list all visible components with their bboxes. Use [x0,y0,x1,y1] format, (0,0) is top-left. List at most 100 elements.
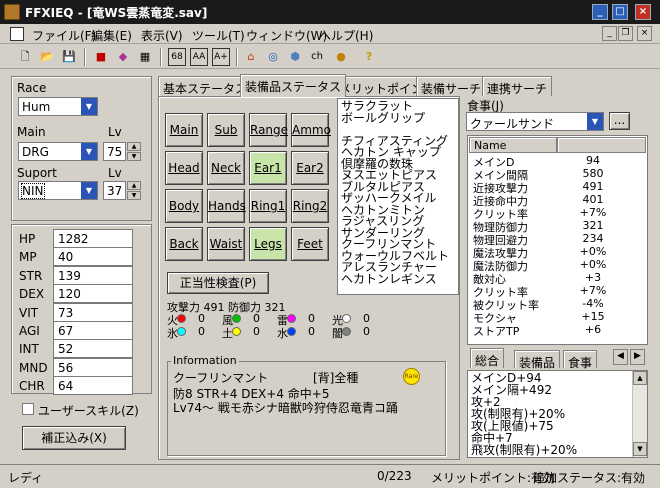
menu-tools[interactable]: ツール(T) [192,27,245,44]
slot-neck-button[interactable]: Neck [207,151,245,185]
atk-icon[interactable]: A+ [212,48,230,66]
document-icon[interactable] [10,27,24,41]
menu-help[interactable]: ヘルプ(H) [319,27,373,44]
stat-value-field[interactable]: 56 [53,357,133,377]
menu-window[interactable]: ウィンドウ(W) [246,27,327,44]
slot-sub-button[interactable]: Sub [207,113,245,147]
help-question-icon[interactable]: ? [360,48,378,66]
globe-icon[interactable]: ◎ [264,48,282,66]
slot-ring1-button[interactable]: Ring1 [249,189,287,223]
slot-hands-button[interactable]: Hands [207,189,246,223]
gear-list-item[interactable]: ボールグリップ [338,112,458,125]
gear-set-icon[interactable]: ■ [92,48,110,66]
compare-icon[interactable]: ◆ [114,48,132,66]
edit-table-icon[interactable]: ▦ [136,48,154,66]
food-value: クァールサンド [470,117,555,131]
stat-value-field[interactable]: 64 [53,376,133,396]
user-skill-checkbox[interactable] [22,403,34,415]
app-window: FFXIEQ - [竜WS雲蒸竜変.sav] _ □ × ファイル(F) 編集(… [0,0,660,488]
tab-equipment[interactable]: 装備品 [514,350,561,370]
info-item-name: クーフリンマント [173,371,269,385]
food-more-button[interactable]: ... [609,112,630,130]
food-burger-icon[interactable]: ● [332,48,350,66]
support-job-select[interactable]: NIN ▼ [18,181,98,200]
slot-back-button[interactable]: Back [165,227,203,261]
menu-file[interactable]: ファイル(F) [32,27,96,44]
main-level-input[interactable]: 75 [103,142,126,161]
mdi-restore-button[interactable]: ❐ [618,26,633,41]
slot-body-button[interactable]: Body [165,189,203,223]
food-stats-table[interactable]: Name メインD 94 メイン間隔 580 近接攻撃力 491 近接命中力 401 クリット率… [467,135,648,345]
menu-edit[interactable]: 編集(E) [91,27,132,44]
validity-check-button[interactable]: 正当性検査(P) [167,272,269,294]
main-level-down-button[interactable]: ▼ [127,152,141,161]
slot-ring2-button[interactable]: Ring2 [291,189,329,223]
food-stat-value: +6 [584,323,602,336]
slot-ear2-button[interactable]: Ear2 [291,151,329,185]
stat-value-field[interactable]: 40 [53,247,133,267]
tab-food[interactable]: 食事 [563,350,598,370]
slot-head-button[interactable]: Head [165,151,203,185]
slot-waist-button[interactable]: Waist [207,227,245,261]
race-select[interactable]: Hum ▼ [18,97,98,116]
crystal-icon[interactable]: ⬢ [286,48,304,66]
main-level-up-button[interactable]: ▲ [127,142,141,151]
tab-scroll-right-button[interactable]: ▶ [630,349,645,365]
stat-value-field[interactable]: 120 [53,284,133,304]
mdi-minimize-button[interactable]: _ [602,26,617,41]
open-folder-icon[interactable]: 📂 [38,48,56,66]
key-icon[interactable]: ch [308,48,326,66]
support-level-down-button[interactable]: ▼ [127,191,141,200]
slot-ear1-button[interactable]: Ear1 [249,151,287,185]
summary-list-item: 飛攻(制限有)+20% [471,443,578,457]
menu-view[interactable]: 表示(V) [141,27,183,44]
food-select[interactable]: クァールサンド ▼ [466,112,604,131]
element-dot-icon [232,327,241,336]
slot-legs-button[interactable]: Legs [249,227,287,261]
tab-basic-status[interactable]: 基本ステータス [158,76,253,96]
menu-bar: ファイル(F) 編集(E) 表示(V) ツール(T) ウィンドウ(W) ヘルプ(… [0,24,660,44]
stat-value-field[interactable]: 67 [53,321,133,340]
gear-list[interactable]: サラクラット ボールグリップ チフィアスティング ヘカトン キャップ 倶摩羅の数珠 ヌスエ… [337,98,459,295]
tab-summary[interactable]: 総合 [470,348,505,368]
slot-ammo-button[interactable]: Ammo [291,113,331,147]
tab-skillchain-search[interactable]: 連携サーチ [482,76,553,96]
stat-label: MND [19,360,48,375]
column-header-value[interactable] [557,137,646,153]
maximize-button[interactable]: □ [612,4,628,20]
summary-scrollbar[interactable]: ▲ ▼ [632,371,647,457]
scroll-up-arrow-icon[interactable]: ▲ [633,371,647,385]
tab-equipment-search[interactable]: 装備サーチ [416,76,487,96]
ac-icon[interactable]: 68 [168,48,186,66]
slot-main-button[interactable]: Main [165,113,203,147]
column-header-name[interactable]: Name [469,137,557,153]
summary-list[interactable]: メインD+94 メイン隔+492 攻+2 攻(制限有)+20% 攻(上限値)+75 命中+… [467,370,648,458]
user-skill-label: ユーザースキル(Z) [38,404,139,418]
main-job-select[interactable]: DRG ▼ [18,142,98,161]
correction-button[interactable]: 補正込み(X) [22,426,126,450]
mdi-close-button[interactable]: × [637,26,652,41]
slot-range-button[interactable]: Range [249,113,288,147]
minimize-button[interactable]: _ [592,4,608,20]
home-icon[interactable]: ⌂ [242,48,260,66]
slot-feet-button[interactable]: Feet [291,227,329,261]
stat-value-field[interactable]: 1282 [53,229,133,248]
stat-value-field[interactable]: 73 [53,302,133,322]
stat-label: AGI [19,324,40,338]
stat-value-field[interactable]: 139 [53,265,133,285]
close-button[interactable]: × [635,4,651,20]
toolbar-separator [236,48,238,66]
food-stat-name: ストアTP [473,325,520,338]
save-disk-icon[interactable]: 💾 [60,48,78,66]
tab-equipment-status[interactable]: 装備品ステータス [240,74,347,97]
aa-icon[interactable]: AA [190,48,208,66]
race-value: Hum [22,100,51,114]
scroll-down-arrow-icon[interactable]: ▼ [633,442,647,456]
support-level-up-button[interactable]: ▲ [127,181,141,190]
stat-value-field[interactable]: 52 [53,339,133,359]
new-file-icon[interactable]: 🗋 [16,48,34,66]
support-level-input[interactable]: 37 [103,181,126,200]
element-dot-icon [232,314,241,323]
tab-scroll-left-button[interactable]: ◀ [613,349,628,365]
gear-list-item[interactable]: ヘカトンレギンス [338,273,458,286]
